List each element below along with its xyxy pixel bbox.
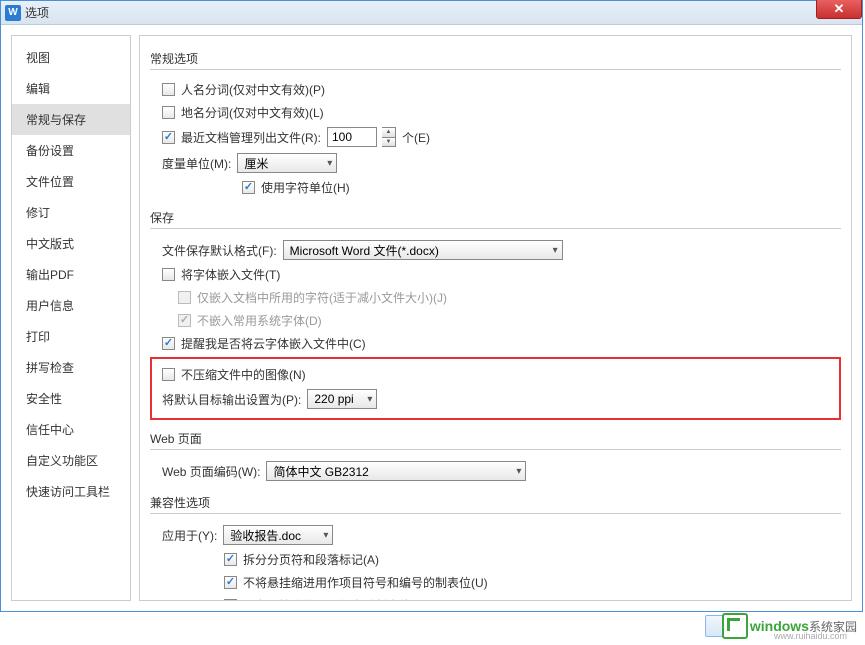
sidebar-item-1[interactable]: 编辑 bbox=[12, 73, 130, 104]
apply-to-label: 应用于(Y): bbox=[162, 527, 217, 544]
app-icon: W bbox=[5, 5, 21, 21]
sidebar-item-13[interactable]: 自定义功能区 bbox=[12, 445, 130, 476]
recent-docs-checkbox[interactable] bbox=[162, 131, 175, 144]
sidebar: 视图编辑常规与保存备份设置文件位置修订中文版式输出PDF用户信息打印拼写检查安全… bbox=[11, 35, 131, 601]
cloud-font-checkbox[interactable] bbox=[162, 337, 175, 350]
split-page-label: 拆分分页符和段落标记(A) bbox=[243, 551, 379, 568]
recent-docs-unit: 个(E) bbox=[402, 129, 430, 146]
sidebar-item-14[interactable]: 快速访问工具栏 bbox=[12, 476, 130, 507]
char-unit-label: 使用字符单位(H) bbox=[261, 179, 350, 196]
split-page-checkbox[interactable] bbox=[224, 553, 237, 566]
sidebar-item-7[interactable]: 输出PDF bbox=[12, 259, 130, 290]
sidebar-item-0[interactable]: 视图 bbox=[12, 42, 130, 73]
sidebar-item-12[interactable]: 信任中心 bbox=[12, 414, 130, 445]
section-save-header: 保存 bbox=[150, 205, 841, 229]
no-hang-bullet-label: 不将悬挂缩进用作项目符号和编号的制表位(U) bbox=[243, 574, 488, 591]
content-area: 视图编辑常规与保存备份设置文件位置修订中文版式输出PDF用户信息打印拼写检查安全… bbox=[1, 25, 862, 611]
spinner-up-icon[interactable]: ▲ bbox=[382, 128, 395, 138]
default-output-label: 将默认目标输出设置为(P): bbox=[162, 391, 301, 408]
embed-fonts-label: 将字体嵌入文件(T) bbox=[181, 266, 280, 283]
char-unit-checkbox[interactable] bbox=[242, 181, 255, 194]
close-button[interactable]: ✕ bbox=[816, 0, 862, 19]
embed-fonts-checkbox[interactable] bbox=[162, 268, 175, 281]
sidebar-item-2[interactable]: 常规与保存 bbox=[12, 104, 130, 135]
sidebar-item-11[interactable]: 安全性 bbox=[12, 383, 130, 414]
web-encoding-label: Web 页面编码(W): bbox=[162, 463, 260, 480]
no-embed-system-label: 不嵌入常用系统字体(D) bbox=[197, 312, 322, 329]
no-compress-img-label: 不压缩文件中的图像(N) bbox=[181, 366, 306, 383]
spinner-down-icon[interactable]: ▼ bbox=[382, 138, 395, 147]
recent-docs-spinner[interactable]: ▲ ▼ bbox=[382, 127, 396, 147]
section-web-header: Web 页面 bbox=[150, 426, 841, 450]
cloud-font-label: 提醒我是否将云字体嵌入文件中(C) bbox=[181, 335, 366, 352]
highlight-box: 不压缩文件中的图像(N) 将默认目标输出设置为(P): 220 ppi bbox=[150, 357, 841, 420]
default-format-select[interactable]: Microsoft Word 文件(*.docx) bbox=[283, 240, 563, 260]
embed-used-only-checkbox bbox=[178, 291, 191, 304]
measure-unit-select[interactable]: 厘米 bbox=[237, 153, 337, 173]
section-general-header: 常规选项 bbox=[150, 46, 841, 70]
measure-unit-label: 度量单位(M): bbox=[162, 155, 231, 172]
default-output-select[interactable]: 220 ppi bbox=[307, 389, 377, 409]
sidebar-item-6[interactable]: 中文版式 bbox=[12, 228, 130, 259]
titlebar: W 选项 ✕ bbox=[1, 1, 862, 25]
section-compat-header: 兼容性选项 bbox=[150, 490, 841, 514]
sidebar-item-10[interactable]: 拼写检查 bbox=[12, 352, 130, 383]
sidebar-item-3[interactable]: 备份设置 bbox=[12, 135, 130, 166]
watermark-url: www.ruihaidu.com bbox=[774, 631, 847, 641]
place-segment-checkbox[interactable] bbox=[162, 106, 175, 119]
recent-docs-input[interactable] bbox=[327, 127, 377, 147]
no-hang-auto-checkbox[interactable] bbox=[224, 599, 237, 601]
window-title: 选项 bbox=[25, 4, 49, 21]
default-format-label: 文件保存默认格式(F): bbox=[162, 242, 277, 259]
main-panel: 常规选项 人名分词(仅对中文有效)(P) 地名分词(仅对中文有效)(L) 最近文… bbox=[139, 35, 852, 601]
sidebar-item-5[interactable]: 修订 bbox=[12, 197, 130, 228]
name-segment-checkbox[interactable] bbox=[162, 83, 175, 96]
sidebar-item-4[interactable]: 文件位置 bbox=[12, 166, 130, 197]
recent-docs-label: 最近文档管理列出文件(R): bbox=[181, 129, 321, 146]
no-hang-bullet-checkbox[interactable] bbox=[224, 576, 237, 589]
sidebar-item-8[interactable]: 用户信息 bbox=[12, 290, 130, 321]
watermark-icon bbox=[722, 613, 748, 639]
place-segment-label: 地名分词(仅对中文有效)(L) bbox=[181, 104, 324, 121]
name-segment-label: 人名分词(仅对中文有效)(P) bbox=[181, 81, 325, 98]
no-embed-system-checkbox bbox=[178, 314, 191, 327]
apply-to-select[interactable]: 验收报告.doc bbox=[223, 525, 333, 545]
options-dialog: W 选项 ✕ 视图编辑常规与保存备份设置文件位置修订中文版式输出PDF用户信息打… bbox=[0, 0, 863, 612]
no-hang-auto-label: 不为悬挂式缩进添加自动制表位(I) bbox=[243, 597, 422, 601]
no-compress-img-checkbox[interactable] bbox=[162, 368, 175, 381]
embed-used-only-label: 仅嵌入文档中所用的字符(适于减小文件大小)(J) bbox=[197, 289, 447, 306]
sidebar-item-9[interactable]: 打印 bbox=[12, 321, 130, 352]
web-encoding-select[interactable]: 简体中文 GB2312 bbox=[266, 461, 526, 481]
watermark: windows系统家园 www.ruihaidu.com bbox=[722, 613, 857, 639]
